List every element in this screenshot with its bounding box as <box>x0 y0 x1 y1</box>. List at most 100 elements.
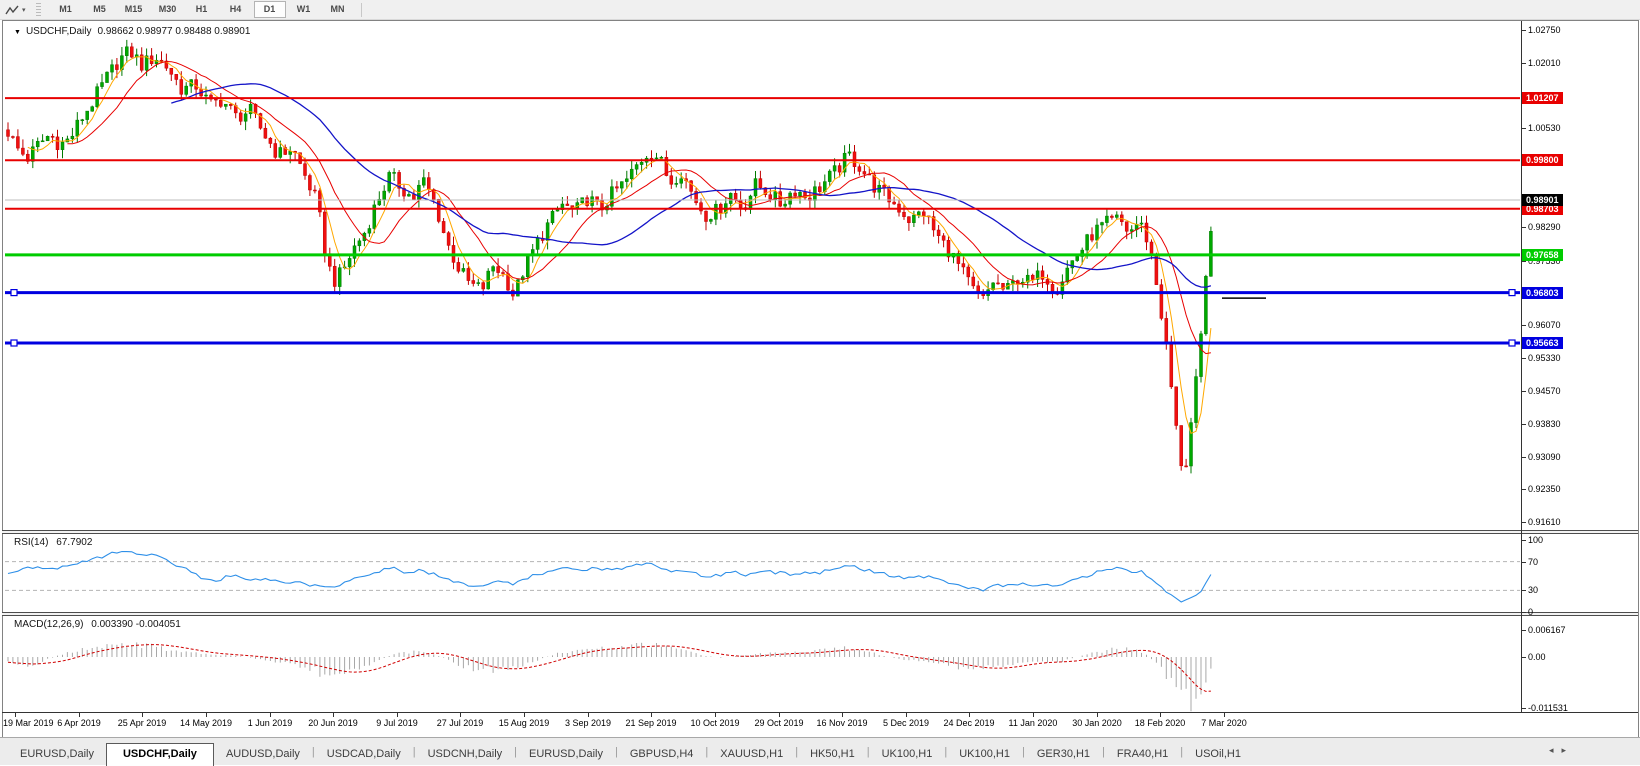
axis-tick <box>1521 612 1526 613</box>
price-tick-label: 0.95330 <box>1528 353 1561 363</box>
date-label: 24 Dec 2019 <box>943 718 994 728</box>
timeframe-button-w1[interactable]: W1 <box>288 1 320 18</box>
rsi-chart-canvas[interactable] <box>5 534 1520 613</box>
date-tick <box>969 712 970 717</box>
timeframe-button-m1[interactable]: M1 <box>50 1 82 18</box>
chart-tab-audusd-daily[interactable]: AUDUSD,Daily <box>214 744 312 765</box>
axis-tick <box>1521 562 1526 563</box>
price-tick-label: 1.02010 <box>1528 58 1561 68</box>
macd-chart-canvas[interactable] <box>5 616 1520 712</box>
axis-tick <box>1521 522 1526 523</box>
rsi-tick-label: 70 <box>1528 557 1538 567</box>
level-price-label: 0.97658 <box>1522 249 1563 261</box>
chart-tab-usdcnh-daily[interactable]: USDCNH,Daily <box>416 744 515 765</box>
timeframe-button-mn[interactable]: MN <box>322 1 354 18</box>
axis-tick <box>1521 540 1526 541</box>
date-label: 10 Oct 2019 <box>690 718 739 728</box>
axis-tick <box>1521 325 1526 326</box>
price-tick-label: 0.96070 <box>1528 320 1561 330</box>
chart-tab-usoil-h1[interactable]: USOil,H1 <box>1183 744 1253 765</box>
price-tick-label: 0.92350 <box>1528 484 1561 494</box>
timeframe-button-h4[interactable]: H4 <box>220 1 252 18</box>
date-label: 1 Jun 2019 <box>248 718 293 728</box>
macd-tick-label: 0.00 <box>1528 652 1546 662</box>
timeframe-button-h1[interactable]: H1 <box>186 1 218 18</box>
toolbar-separator <box>361 3 362 17</box>
date-label: 20 Jun 2019 <box>308 718 358 728</box>
date-label: 29 Oct 2019 <box>754 718 803 728</box>
date-tick <box>1160 712 1161 717</box>
line-handle <box>1509 340 1515 346</box>
macd-tick-label: 0.006167 <box>1528 625 1566 635</box>
line-handle <box>11 340 17 346</box>
axis-tick <box>1521 128 1526 129</box>
date-label: 18 Feb 2020 <box>1135 718 1186 728</box>
timeframe-button-m5[interactable]: M5 <box>84 1 116 18</box>
chart-tab-hk50-h1[interactable]: HK50,H1 <box>798 744 867 765</box>
date-label: 27 Jul 2019 <box>437 718 484 728</box>
date-tick <box>1033 712 1034 717</box>
chart-tab-eurusd-daily[interactable]: EURUSD,Daily <box>517 744 615 765</box>
date-tick <box>651 712 652 717</box>
price-tick-label: 0.91610 <box>1528 517 1561 527</box>
level-price-label: 0.95663 <box>1522 337 1563 349</box>
axis-tick <box>1521 708 1526 709</box>
caret-down-icon[interactable]: ▾ <box>22 6 26 14</box>
date-tick <box>270 712 271 717</box>
grip-handle[interactable] <box>36 3 41 16</box>
price-tick-label: 0.94570 <box>1528 386 1561 396</box>
date-tick <box>906 712 907 717</box>
price-chart-canvas[interactable] <box>5 22 1520 530</box>
date-label: 19 Mar 2019 <box>3 718 54 728</box>
level-price-label: 1.01207 <box>1522 92 1563 104</box>
date-tick <box>842 712 843 717</box>
date-tick <box>142 712 143 717</box>
date-label: 5 Dec 2019 <box>883 718 929 728</box>
chart-tab-gbpusd-h4[interactable]: GBPUSD,H4 <box>618 744 706 765</box>
price-tick-label: 0.93830 <box>1528 419 1561 429</box>
date-label: 11 Jan 2020 <box>1009 718 1058 728</box>
date-tick <box>79 712 80 717</box>
chart-tab-ger30-h1[interactable]: GER30,H1 <box>1025 744 1102 765</box>
axis-tick <box>1521 261 1526 262</box>
axis-tick <box>1521 630 1526 631</box>
top-toolbar: ▾ M1M5M15M30H1H4D1W1MN <box>0 0 1640 20</box>
level-price-label: 0.99800 <box>1522 154 1563 166</box>
timeframe-buttons: M1M5M15M30H1H4D1W1MN <box>49 1 355 18</box>
date-label: 15 Aug 2019 <box>499 718 550 728</box>
chart-tab-fra40-h1[interactable]: FRA40,H1 <box>1105 744 1180 765</box>
date-tick <box>715 712 716 717</box>
axis-tick <box>1521 590 1526 591</box>
price-tick-label: 0.98290 <box>1528 222 1561 232</box>
level-price-label: 0.96803 <box>1522 287 1563 299</box>
time-axis-line <box>2 712 1638 713</box>
tab-scroll-arrows[interactable]: ◂▸ <box>1549 745 1574 756</box>
timeframe-button-m15[interactable]: M15 <box>118 1 150 18</box>
date-label: 21 Sep 2019 <box>625 718 676 728</box>
chart-tab-uk100-h1[interactable]: UK100,H1 <box>870 744 945 765</box>
rsi-tick-label: 30 <box>1528 585 1538 595</box>
chart-tab-eurusd-daily[interactable]: EURUSD,Daily <box>8 744 106 765</box>
chart-tab-usdcad-daily[interactable]: USDCAD,Daily <box>315 744 413 765</box>
price-tick-label: 1.00530 <box>1528 123 1561 133</box>
macd-tick-label: -0.011531 <box>1528 703 1568 713</box>
chart-tab-usdchf-daily[interactable]: USDCHF,Daily <box>106 743 214 766</box>
date-tick <box>524 712 525 717</box>
timeframe-button-m30[interactable]: M30 <box>152 1 184 18</box>
date-label: 16 Nov 2019 <box>816 718 867 728</box>
date-tick <box>1097 712 1098 717</box>
axis-tick <box>1521 457 1526 458</box>
rsi-tick-label: 0 <box>1528 607 1533 617</box>
draw-polyline-icon[interactable] <box>4 3 20 17</box>
date-tick <box>460 712 461 717</box>
timeframe-button-d1[interactable]: D1 <box>254 1 286 18</box>
chart-tab-uk100-h1[interactable]: UK100,H1 <box>947 744 1022 765</box>
axis-tick <box>1521 424 1526 425</box>
axis-tick <box>1521 657 1526 658</box>
chart-tab-xauusd-h1[interactable]: XAUUSD,H1 <box>708 744 795 765</box>
date-label: 30 Jan 2020 <box>1072 718 1122 728</box>
date-tick <box>397 712 398 717</box>
price-axis-line <box>1521 21 1522 713</box>
axis-tick <box>1521 358 1526 359</box>
axis-tick <box>1521 227 1526 228</box>
